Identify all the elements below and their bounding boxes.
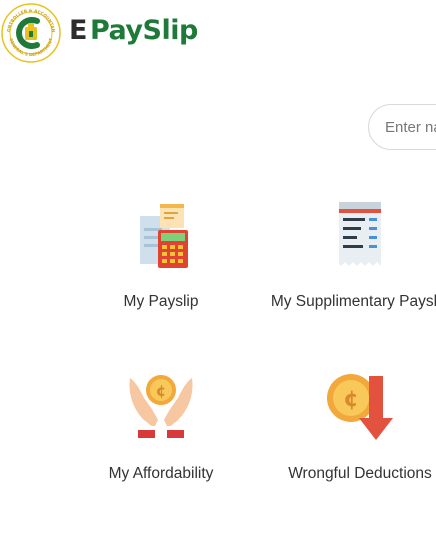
cagd-seal-logo[interactable]: CONTROLLER & ACCOUNTANT GENERAL'S DEPART… — [1, 3, 61, 63]
tile-my-payslip[interactable]: My Payslip — [61, 200, 261, 314]
page: CONTROLLER & ACCOUNTANT GENERAL'S DEPART… — [0, 0, 436, 539]
payslip-calculator-icon — [140, 204, 188, 268]
tile-wrongful-deductions[interactable]: ¢ Wrongful Deductions — [260, 372, 436, 486]
tile-label: Wrongful Deductions — [288, 465, 432, 482]
search-box[interactable] — [368, 104, 436, 150]
hands-coin-icon: ¢ — [129, 375, 193, 438]
brand-prefix: E — [69, 15, 87, 46]
tile-label: My Affordability — [108, 465, 214, 482]
header: CONTROLLER & ACCOUNTANT GENERAL'S DEPART… — [0, 0, 436, 68]
tile-my-affordability[interactable]: ¢ My Affordability — [61, 372, 261, 486]
brand-name: PaySlip — [89, 15, 198, 46]
tile-label: My Payslip — [123, 293, 199, 310]
tile-my-supplimentary-payslip[interactable]: My Supplimentary Payslip — [260, 200, 436, 314]
tile-label: My Supplimentary Payslip — [270, 293, 436, 310]
svg-text:¢: ¢ — [343, 387, 358, 412]
brand-title: E PaySlip — [69, 14, 198, 48]
search-input[interactable] — [385, 105, 436, 149]
coin-down-arrow-icon: ¢ — [327, 374, 393, 440]
svg-text:¢: ¢ — [156, 382, 166, 400]
receipt-icon — [339, 202, 381, 266]
